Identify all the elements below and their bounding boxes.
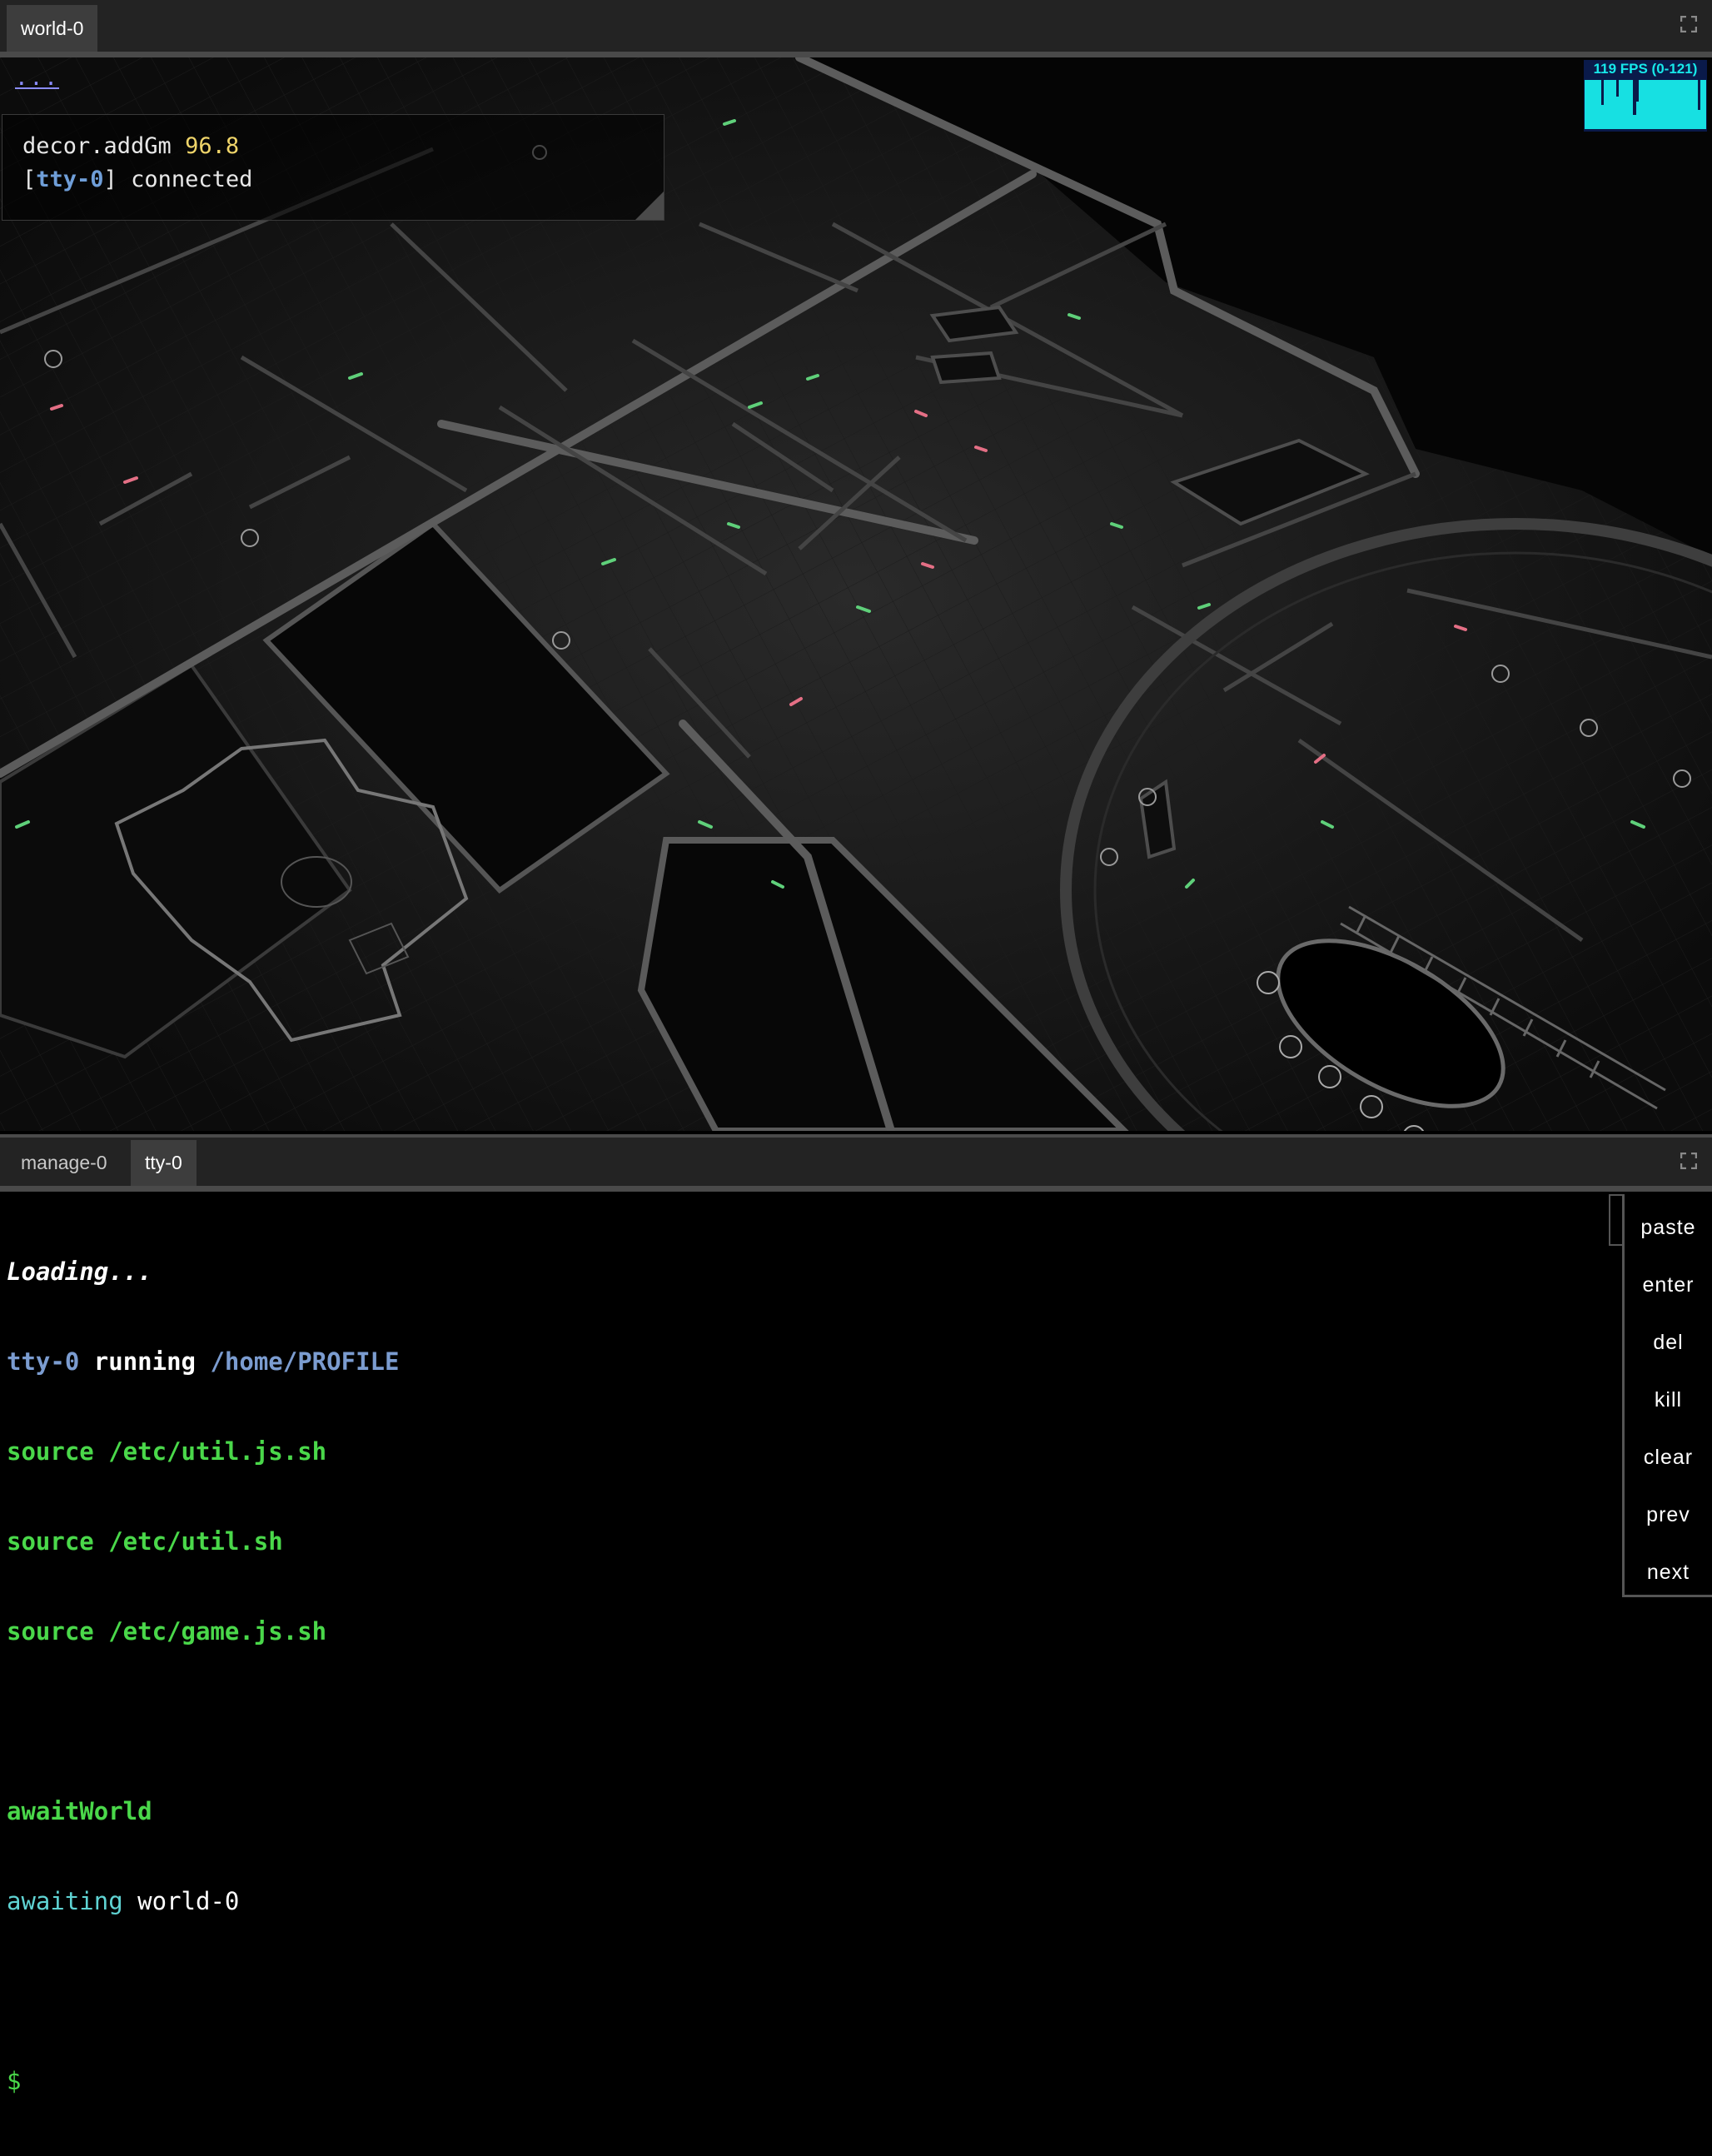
- tty-link[interactable]: tty-0: [36, 167, 103, 192]
- log-text: connected: [131, 167, 253, 192]
- log-line: [tty-0] connected: [22, 167, 253, 192]
- terminal-line: awaiting world-0: [7, 1886, 399, 1916]
- terminal-tabbar: manage-0 tty-0: [0, 1134, 1712, 1192]
- log-line: decor.addGm 96.8: [22, 130, 644, 163]
- fps-label: 119 FPS (0-121): [1593, 61, 1698, 77]
- kill-button[interactable]: kill: [1625, 1372, 1712, 1429]
- tty-name: tty-0: [7, 1347, 80, 1376]
- terminal[interactable]: Loading... tty-0 running /home/PROFILE s…: [0, 1192, 1712, 2095]
- terminal-line: source /etc/game.js.sh: [7, 1617, 327, 1646]
- tab-manage-0[interactable]: manage-0: [7, 1140, 122, 1186]
- world-name: world-0: [137, 1887, 240, 1915]
- log-value: 96.8: [185, 133, 240, 159]
- terminal-line: Loading...: [7, 1257, 152, 1286]
- terminal-prompt[interactable]: $: [7, 2066, 399, 2096]
- prev-button[interactable]: prev: [1625, 1486, 1712, 1544]
- world-viewport[interactable]: ... decor.addGm 96.8 [tty-0] connected 1…: [0, 57, 1712, 1131]
- fps-meter: 119 FPS (0-121): [1584, 60, 1707, 132]
- world-log-panel: decor.addGm 96.8 [tty-0] connected: [2, 114, 664, 221]
- maximize-icon[interactable]: [1680, 16, 1697, 32]
- profile-path: /home/PROFILE: [210, 1347, 400, 1376]
- status-text: running: [93, 1347, 196, 1376]
- next-button[interactable]: next: [1625, 1544, 1712, 1601]
- enter-button[interactable]: enter: [1625, 1257, 1712, 1314]
- resize-handle[interactable]: [635, 192, 664, 220]
- terminal-line: tty-0 running /home/PROFILE: [7, 1347, 399, 1377]
- status-text: awaiting: [7, 1887, 123, 1915]
- terminal-line: awaitWorld: [7, 1797, 152, 1825]
- paste-button[interactable]: paste: [1625, 1199, 1712, 1257]
- maximize-icon[interactable]: [1680, 1153, 1697, 1169]
- delete-button[interactable]: del: [1625, 1314, 1712, 1372]
- terminal-output: Loading... tty-0 running /home/PROFILE s…: [7, 1197, 399, 2156]
- terminal-line: source /etc/util.sh: [7, 1527, 283, 1556]
- tab-tty-0[interactable]: tty-0: [131, 1140, 197, 1186]
- tab-world-0[interactable]: world-0: [7, 5, 98, 52]
- fps-graph: [1585, 80, 1706, 129]
- world-tabbar: world-0: [0, 0, 1712, 57]
- clear-button[interactable]: clear: [1625, 1429, 1712, 1486]
- log-text: decor.addGm: [22, 133, 172, 159]
- terminal-actions-panel: paste enter del kill clear prev next: [1622, 1194, 1712, 1597]
- menu-ellipsis-button[interactable]: ...: [15, 67, 59, 89]
- terminal-line: source /etc/util.js.sh: [7, 1437, 327, 1466]
